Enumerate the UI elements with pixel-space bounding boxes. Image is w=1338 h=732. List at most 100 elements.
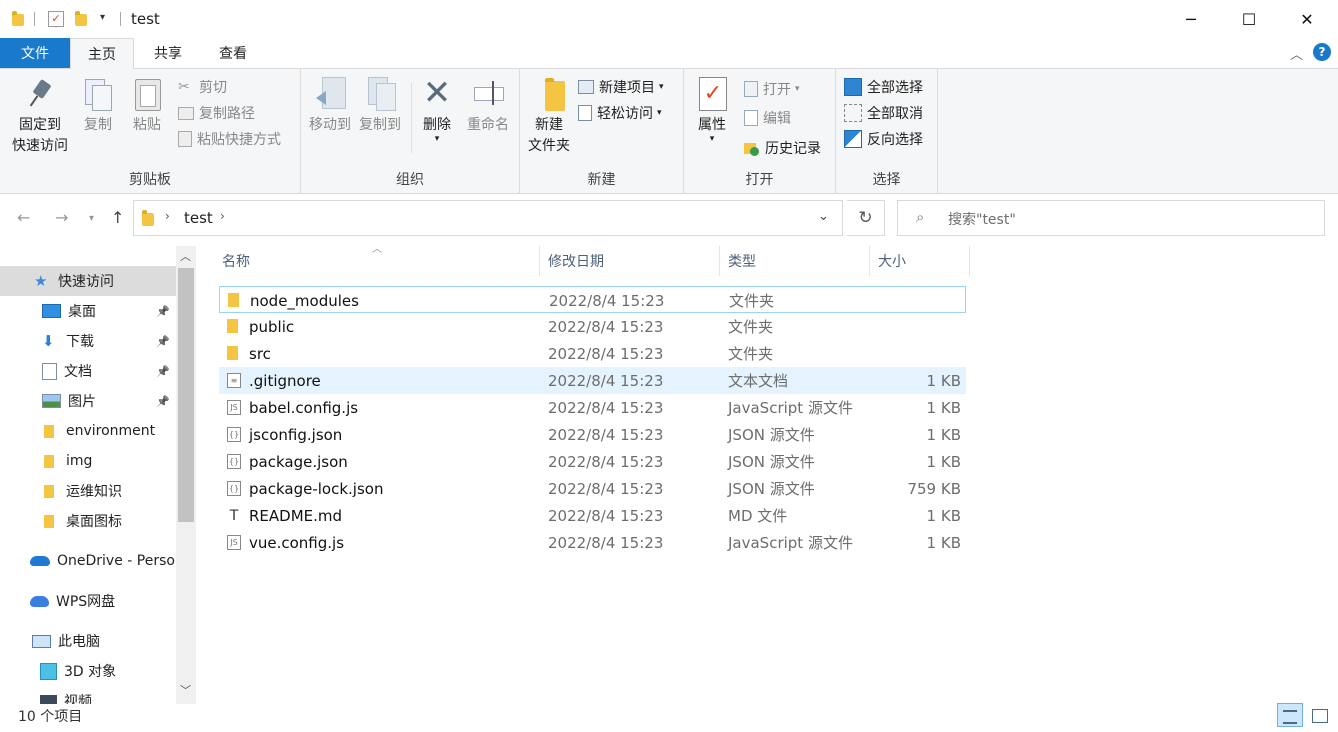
properties-button[interactable]: ✓ 属性 ▾: [690, 75, 734, 144]
file-row[interactable]: node_modules 2022/8/4 15:23 文件夹: [219, 286, 966, 313]
details-view-button[interactable]: [1277, 703, 1303, 727]
pin-icon[interactable]: 📌: [156, 365, 170, 378]
copy-path-label: 复制路径: [199, 106, 255, 122]
nav-item[interactable]: 桌面 📌: [0, 296, 176, 326]
tab-share[interactable]: 共享: [138, 38, 198, 68]
select-all-button[interactable]: 全部选择: [844, 75, 923, 99]
file-row[interactable]: public 2022/8/4 15:23 文件夹: [219, 313, 966, 340]
nav-item[interactable]: ★ 快速访问: [0, 266, 176, 296]
file-name: jsconfig.json: [249, 425, 343, 444]
large-icons-view-icon: [1312, 709, 1328, 723]
file-name: vue.config.js: [249, 533, 345, 552]
nav-pane-scrollbar[interactable]: ︿ ﹀: [176, 246, 196, 704]
search-input[interactable]: 搜索"test": [948, 209, 1016, 229]
help-icon[interactable]: ?: [1313, 43, 1331, 61]
file-date: 2022/8/4 15:23: [548, 371, 664, 390]
scroll-down-icon[interactable]: ﹀: [180, 682, 191, 698]
back-icon[interactable]: ←: [17, 208, 30, 227]
edit-button[interactable]: 编辑: [744, 106, 791, 130]
chevron-down-icon[interactable]: ▾: [100, 12, 105, 23]
open-label: 打开: [763, 82, 791, 98]
file-row[interactable]: T README.md 2022/8/4 15:23 MD 文件 1 KB: [219, 502, 966, 529]
easy-access-button[interactable]: 轻松访问 ▾: [578, 101, 662, 125]
large-icons-view-button[interactable]: [1306, 703, 1332, 727]
nav-item[interactable]: 运维知识: [0, 476, 176, 506]
properties-icon[interactable]: ✓: [48, 11, 64, 27]
pin-icon[interactable]: 📌: [156, 395, 170, 408]
nav-item[interactable]: 图片 📌: [0, 386, 176, 416]
nav-item[interactable]: img: [0, 446, 176, 476]
nav-item[interactable]: WPS网盘: [0, 586, 176, 616]
delete-button[interactable]: ✕ 删除 ▾: [415, 75, 459, 144]
history-label: 历史记录: [765, 141, 821, 157]
new-folder-icon[interactable]: [75, 11, 87, 26]
chevron-down-icon[interactable]: ⌄: [818, 209, 829, 224]
nav-item[interactable]: environment: [0, 416, 176, 446]
clipboard-group-label: 剪贴板: [129, 172, 171, 188]
file-row[interactable]: {} jsconfig.json 2022/8/4 15:23 JSON 源文件 1 K…: [219, 421, 966, 448]
new-folder-label-line1: 新建: [535, 117, 563, 133]
nav-item[interactable]: 桌面图标: [0, 506, 176, 536]
file-name: package.json: [249, 452, 348, 471]
file-row[interactable]: src 2022/8/4 15:23 文件夹: [219, 340, 966, 367]
tab-file[interactable]: 文件: [0, 38, 70, 68]
close-button[interactable]: ✕: [1278, 0, 1336, 38]
refresh-button[interactable]: ↻: [847, 200, 885, 236]
wps-cloud-icon: [30, 595, 49, 607]
column-header-date[interactable]: 修改日期: [540, 246, 720, 276]
up-icon[interactable]: ↑: [111, 208, 124, 227]
nav-item[interactable]: 视频: [0, 686, 176, 704]
search-box[interactable]: ⌕ 搜索"test": [897, 200, 1325, 236]
nav-item[interactable]: 文档 📌: [0, 356, 176, 386]
file-row[interactable]: ≡ .gitignore 2022/8/4 15:23 文本文档 1 KB: [219, 367, 966, 394]
history-button[interactable]: 历史记录: [744, 136, 821, 160]
nav-item[interactable]: OneDrive - Personal: [0, 546, 176, 576]
maximize-button[interactable]: ☐: [1220, 0, 1278, 38]
copy-path-button[interactable]: 复制路径: [178, 101, 255, 125]
nav-item[interactable]: 3D 对象: [0, 656, 176, 686]
pin-quick-access-button[interactable]: 固定到 快速访问: [8, 75, 72, 157]
pin-icon[interactable]: 📌: [156, 335, 170, 348]
file-row[interactable]: JS vue.config.js 2022/8/4 15:23 JavaScript …: [219, 529, 966, 556]
new-folder-button[interactable]: 新建 文件夹: [524, 75, 574, 157]
select-all-label: 全部选择: [867, 80, 923, 96]
select-none-button[interactable]: 全部取消: [844, 101, 923, 125]
nav-item-label: 视频: [64, 694, 92, 704]
file-row[interactable]: JS babel.config.js 2022/8/4 15:23 JavaScrip…: [219, 394, 966, 421]
forward-icon[interactable]: →: [55, 208, 68, 227]
address-bar[interactable]: › test › ⌄: [133, 200, 843, 236]
column-header-size[interactable]: 大小: [870, 246, 970, 276]
file-date: 2022/8/4 15:23: [548, 479, 664, 498]
copy-button[interactable]: 复制: [78, 75, 118, 136]
nav-item[interactable]: ⬇ 下载 📌: [0, 326, 176, 356]
folder-icon: [227, 346, 238, 360]
file-type: JavaScript 源文件: [728, 534, 853, 552]
download-icon: ⬇: [42, 331, 55, 350]
file-size: 1 KB: [926, 506, 961, 525]
copy-to-button[interactable]: 复制到: [355, 75, 405, 136]
collapse-ribbon-icon[interactable]: ︿: [1290, 44, 1303, 63]
scroll-thumb[interactable]: [178, 268, 194, 522]
recent-locations-icon[interactable]: ▾: [89, 213, 94, 224]
pin-icon[interactable]: 📌: [156, 305, 170, 318]
invert-selection-button[interactable]: 反向选择: [844, 127, 923, 151]
tab-view[interactable]: 查看: [202, 38, 264, 68]
tab-home[interactable]: 主页: [70, 38, 134, 69]
column-header-type[interactable]: 类型: [720, 246, 870, 276]
paste-shortcut-button[interactable]: 粘贴快捷方式: [178, 127, 281, 151]
file-row[interactable]: {} package.json 2022/8/4 15:23 JSON 源文件 1 KB: [219, 448, 966, 475]
cut-button[interactable]: ✂ 剪切: [178, 75, 227, 99]
column-header-name[interactable]: 名称: [214, 246, 540, 276]
nav-item[interactable]: 此电脑: [0, 626, 176, 656]
new-item-button[interactable]: 新建项目 ▾: [578, 75, 664, 99]
scroll-up-icon[interactable]: ︿: [180, 248, 191, 264]
minimize-button[interactable]: ─: [1162, 0, 1220, 38]
paste-button[interactable]: 粘贴: [127, 75, 167, 136]
rename-button[interactable]: 重命名: [463, 75, 513, 136]
move-to-button[interactable]: 移动到: [305, 75, 355, 136]
open-button[interactable]: 打开 ▾: [744, 77, 800, 101]
file-row[interactable]: {} package-lock.json 2022/8/4 15:23 JSON 源文…: [219, 475, 966, 502]
chevron-right-icon[interactable]: ›: [165, 209, 170, 223]
chevron-right-icon[interactable]: ›: [220, 209, 225, 223]
breadcrumb[interactable]: test: [184, 209, 213, 227]
